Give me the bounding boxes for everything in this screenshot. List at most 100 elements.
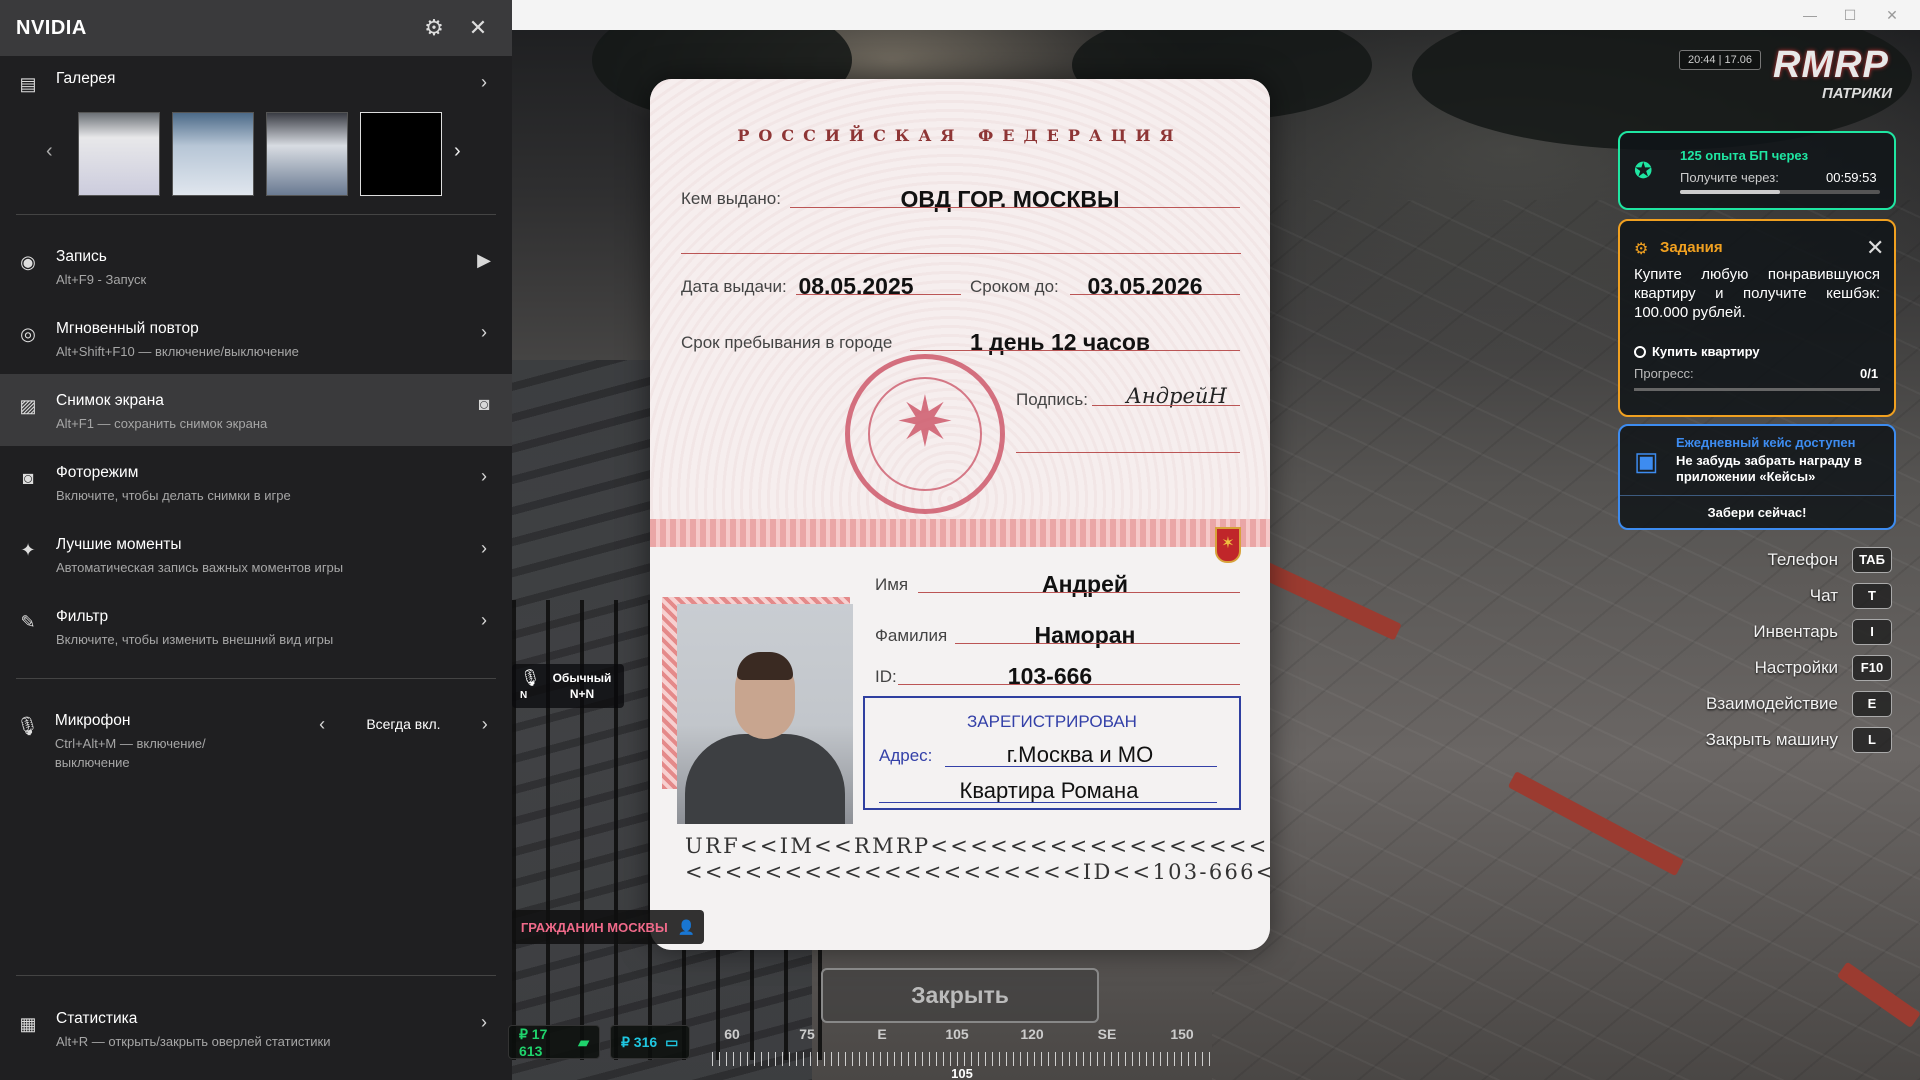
keybind-label: Настройки [1754, 658, 1838, 677]
chevron-right-icon: › [481, 538, 487, 558]
gallery-thumbnail[interactable] [266, 112, 348, 196]
photo-mode-row[interactable]: ◙ Фоторежим Включите, чтобы делать снимк… [0, 446, 512, 518]
issue-date-label: Дата выдачи: [681, 277, 787, 296]
id-label: ID: [875, 667, 897, 686]
gallery-thumbnail[interactable] [172, 112, 254, 196]
voice-key: N [520, 690, 528, 701]
screenshot-row[interactable]: ▨ Снимок экрана Alt+F1 — сохранить снимо… [0, 374, 512, 446]
instant-replay-row[interactable]: ◎ Мгновенный повтор Alt+Shift+F10 — вклю… [0, 302, 512, 374]
time-date-display: 20:44 | 17.06 [1679, 50, 1761, 70]
claim-reward-button[interactable]: Забери сейчас! [1620, 495, 1894, 528]
keybind-key: ТАБ [1852, 547, 1892, 573]
keybind-key: T [1852, 583, 1892, 609]
compass-label: SE [1097, 1026, 1117, 1042]
filter-hint: Включите, чтобы изменить внешний вид игр… [56, 632, 334, 647]
keybind-label: Инвентарь [1753, 622, 1838, 641]
maximize-button[interactable]: ☐ [1830, 4, 1870, 26]
registration-status: ЗАРЕГИСТРИРОВАН [967, 712, 1137, 731]
keybind-phone: Телефон ТАБ [1660, 546, 1892, 574]
quest-task-label: Купить квартиру [1652, 344, 1760, 359]
close-icon[interactable]: ✕ [460, 10, 496, 46]
coat-of-arms-icon: ✶ [1215, 527, 1241, 563]
instant-replay-hint: Alt+Shift+F10 — включение/выключение [56, 344, 299, 359]
statistics-label: Статистика [56, 1010, 138, 1027]
nvidia-title: NVIDIA [16, 16, 87, 39]
user-icon: 👤 [677, 918, 696, 935]
microphone-hint: Ctrl+Alt+M — включение/ выключение [54, 736, 206, 770]
citizen-badge-label: ГРАЖДАНИН МОСКВЫ [520, 919, 668, 935]
keybind-label: Взаимодействие [1706, 694, 1838, 713]
statistics-hint: Alt+R — открыть/закрыть оверлей статисти… [56, 1034, 331, 1049]
id-value: 103-666 [1007, 663, 1093, 689]
keybind-lock-car: Закрыть машину L [1660, 726, 1892, 754]
first-name-value: Андрей [1041, 571, 1129, 597]
highlights-row[interactable]: ✦ Лучшие моменты Автоматическая запись в… [0, 518, 512, 590]
official-stamp: ✷ [845, 354, 1005, 514]
compass-label: 75 [799, 1026, 815, 1042]
gallery-thumbnail[interactable] [360, 112, 442, 196]
chevron-right-icon[interactable]: › [474, 714, 496, 735]
bank-display: ₽ 316 ▭ [610, 1025, 690, 1059]
chevron-right-icon[interactable]: › [454, 140, 461, 163]
separator [16, 678, 496, 679]
voice-mode: Обычный [552, 671, 612, 685]
security-band [650, 519, 1270, 547]
keybind-label: Закрыть машину [1705, 730, 1838, 749]
record-label: Запись [56, 248, 107, 265]
keybind-key: L [1852, 727, 1892, 753]
issued-by-value: ОВД ГОР. МОСКВЫ [900, 186, 1120, 212]
quest-progress-value: 0/1 [1860, 366, 1879, 381]
microphone-mode-value: Всегда вкл. [366, 716, 441, 732]
gallery-icon: ▤ [19, 74, 37, 94]
filter-row[interactable]: ✎ Фильтр Включите, чтобы изменить внешни… [0, 590, 512, 662]
filter-label: Фильтр [56, 608, 109, 625]
stay-label: Срок пребывания в городе [681, 333, 893, 352]
record-hint: Alt+F9 - Запуск [56, 272, 147, 287]
card-icon: ▭ [665, 1033, 679, 1050]
first-name-label: Имя [875, 575, 909, 594]
photo-mode-hint: Включите, чтобы делать снимки в игре [56, 488, 291, 503]
nvidia-overlay: NVIDIA ⚙ ✕ ▤ Галерея › ‹ › ◉ Запись Alt+… [0, 0, 512, 1080]
close-document-button[interactable]: Закрыть [821, 968, 1099, 1023]
quest-icon: ⚙ [1634, 241, 1649, 258]
cash-display: ₽ 17 613 ▰ [508, 1025, 600, 1059]
keybind-key: E [1852, 691, 1892, 717]
chevron-left-icon[interactable]: ‹ [311, 714, 333, 735]
issue-date-value: 08.05.2025 [798, 273, 914, 299]
statistics-row[interactable]: ▦ Статистика Alt+R — открыть/закрыть ове… [0, 992, 512, 1064]
image-icon: ▨ [19, 396, 37, 416]
camera-icon[interactable]: ◙ [472, 394, 496, 415]
compass-label: 150 [1170, 1026, 1194, 1042]
quest-description: Купите любую понравившуюся квартиру и по… [1634, 266, 1880, 321]
address-label: Адрес: [879, 746, 933, 765]
quest-progress-bar [1634, 388, 1880, 391]
last-name-value: Наморан [1034, 622, 1136, 648]
gallery-row[interactable]: ▤ Галерея › [0, 56, 512, 106]
battle-pass-card: ✪ 125 опыта БП через Получите через: 00:… [1618, 131, 1896, 210]
valid-until-label: Сроком до: [970, 277, 1059, 296]
compass-label: 120 [1020, 1026, 1044, 1042]
gallery-thumbnail[interactable] [78, 112, 160, 196]
quest-task: Купить квартиру [1634, 344, 1760, 359]
minimize-button[interactable]: — [1790, 4, 1830, 26]
address-line-1: г.Москва и МО [1006, 742, 1154, 767]
record-row[interactable]: ◉ Запись Alt+F9 - Запуск ▶ [0, 230, 512, 302]
battle-pass-timer: 00:59:53 [1826, 170, 1877, 185]
citizen-badge: ГРАЖДАНИН МОСКВЫ 👤 [512, 910, 704, 944]
microphone-icon: 🎙 [16, 716, 39, 736]
star-emblem-icon: ✷ [895, 383, 955, 461]
id-card: РОССИЙСКАЯ ФЕДЕРАЦИЯ Кем выдано: ОВД ГОР… [650, 79, 1270, 950]
keybind-inventory: Инвентарь I [1660, 618, 1892, 646]
clapper-icon: ✦ [20, 540, 36, 560]
gear-icon[interactable]: ⚙ [416, 10, 452, 46]
chevron-left-icon[interactable]: ‹ [46, 140, 53, 163]
screenshot-hint: Alt+F1 — сохранить снимок экрана [56, 416, 268, 431]
quest-progress-label: Прогресс: [1634, 366, 1694, 381]
card-country: РОССИЙСКАЯ ФЕДЕРАЦИЯ [737, 126, 1183, 145]
microphone-row: 🎙 Микрофон Ctrl+Alt+M — включение/ выклю… [0, 694, 512, 784]
daily-case-card: ▣ Ежедневный кейс доступен Не забудь заб… [1618, 424, 1896, 530]
close-icon[interactable]: ✕ [1866, 235, 1884, 261]
battle-pass-title: 125 опыта БП через [1680, 148, 1809, 163]
window-close-button[interactable]: ✕ [1872, 4, 1912, 26]
keybind-label: Телефон [1767, 550, 1838, 569]
